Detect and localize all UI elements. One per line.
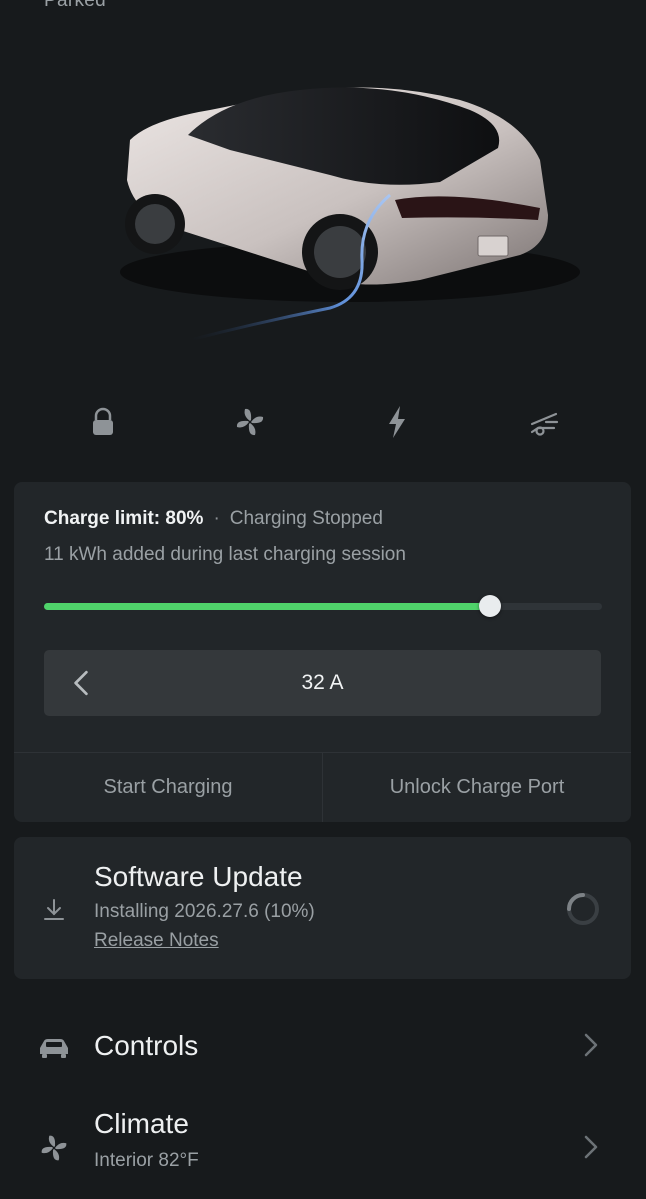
car-render <box>120 87 580 342</box>
vehicle-status: Parked <box>44 0 107 11</box>
fan-icon <box>236 408 264 436</box>
start-charging-button[interactable]: Start Charging <box>14 753 322 822</box>
car-image <box>0 40 646 370</box>
climate-temperature: Interior 82°F <box>94 1150 199 1171</box>
loading-spinner-icon <box>567 893 599 925</box>
climate-label: Climate <box>94 1108 189 1139</box>
amperage-control: 32 A <box>44 650 601 716</box>
download-icon <box>44 899 64 920</box>
chevron-right-icon <box>584 1135 598 1159</box>
charge-limit-label: Charge limit: 80% <box>44 508 204 529</box>
unlock-charge-port-button[interactable]: Unlock Charge Port <box>323 753 631 822</box>
charging-state: Charging Stopped <box>229 508 383 529</box>
update-status: Installing 2026.27.6 (10%) <box>94 901 315 922</box>
release-notes-link[interactable]: Release Notes <box>94 930 219 952</box>
car-openings-icon <box>530 412 559 436</box>
charge-header: Charge limit: 80% · Charging Stopped <box>44 508 383 530</box>
charge-button[interactable] <box>373 398 421 446</box>
update-title: Software Update <box>94 861 303 892</box>
software-update-card[interactable]: Software Update Installing 2026.27.6 (10… <box>14 837 631 979</box>
charging-summary: 11 kWh added during last charging sessio… <box>44 544 406 565</box>
amperage-value: 32 A <box>301 671 344 694</box>
lock-icon <box>93 407 113 435</box>
fan-icon <box>41 1135 67 1161</box>
car-icon <box>40 1039 68 1058</box>
charge-limit-fill <box>44 603 491 610</box>
chevron-right-icon <box>584 1033 598 1057</box>
separator: · <box>213 508 220 529</box>
bolt-icon <box>389 406 405 438</box>
menu-item-controls[interactable]: Controls <box>0 1020 646 1076</box>
charge-limit-thumb[interactable] <box>479 595 502 617</box>
openings-button[interactable] <box>520 398 568 446</box>
lock-button[interactable] <box>79 398 127 446</box>
menu-item-climate[interactable]: Climate Interior 82°F <box>0 1100 646 1180</box>
controls-label: Controls <box>94 1030 199 1061</box>
quick-actions <box>0 398 646 446</box>
charge-limit-slider[interactable] <box>44 595 602 617</box>
climate-button[interactable] <box>226 398 274 446</box>
charging-card: Charge limit: 80% · Charging Stopped 11 kW… <box>14 482 631 822</box>
